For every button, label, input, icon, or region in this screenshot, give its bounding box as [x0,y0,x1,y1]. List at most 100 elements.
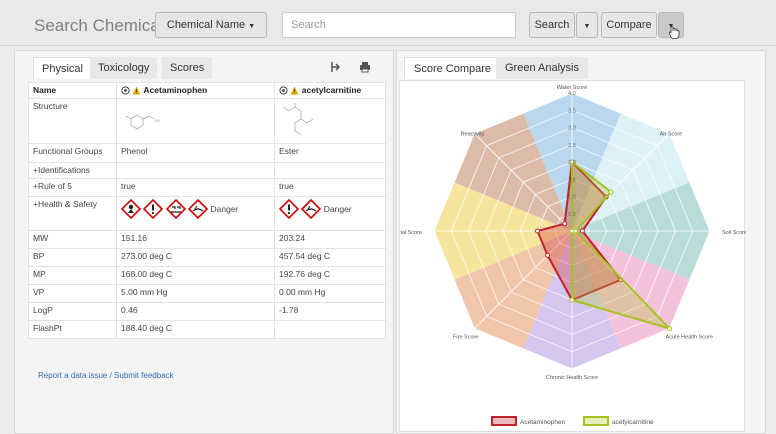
table-row: VP 5.00 mm Hg 0.00 mm Hg [28,284,386,303]
app-title: Search Chemicals [34,16,172,35]
remove-circle-icon[interactable] [279,86,288,95]
row-label-expandable[interactable]: +Health & Safety [28,196,117,231]
series-1-point [608,189,614,195]
legend-swatch-1 [583,416,609,426]
signal-word-a: Danger [210,204,239,214]
table-row: Functional Groups Phenol Ester [28,143,386,163]
series-1-point [667,326,673,332]
ghs-exclamation-icon [279,199,299,219]
radar-tick-label: 1.0 [568,195,576,201]
score-radar-chart: Water ScoreAir ScoreSoil ScoreAcute Heal… [388,85,747,426]
radar-tick-label: 3.0 [568,126,576,132]
print-button[interactable] [352,56,378,78]
value-a: 5.00 mm Hg [116,284,275,303]
compare-button[interactable]: Compare [601,12,657,38]
series-1-point [569,228,575,234]
submit-feedback-link[interactable]: Submit feedback [114,371,174,380]
value-b: Ester [274,143,386,163]
value-b: 457.54 deg C [274,248,386,267]
series-0-point [579,228,585,234]
table-row: MP 168.00 deg C 192.76 deg C [28,266,386,285]
radar-tick-label: 2.0 [568,160,576,166]
field-select[interactable]: Chemical Name ▼ [155,12,267,38]
row-label: BP [28,248,117,267]
row-label: VP [28,284,117,303]
row-label: Structure [28,98,117,144]
radar-axis-label: Chronic Health Score [546,375,598,381]
value-b [274,162,386,179]
search-placeholder: Search [291,19,326,31]
series-0-point [562,221,568,227]
table-row[interactable]: +Health & Safety Danger Danger [28,196,386,231]
report-issue-link[interactable]: Report a data issue [38,371,107,380]
value-a: 188.40 deg C [116,320,275,339]
search-button[interactable]: Search [529,12,575,38]
compound-a-header: Acetaminophen [116,82,275,99]
ghs-health-hazard-icon [121,199,141,219]
warning-icon [132,86,141,95]
table-row[interactable]: +Identifications [28,162,386,179]
legend-label-1: acetylcarnitine [612,419,654,426]
search-input[interactable]: Search [282,12,516,38]
value-b: 0.00 mm Hg [274,284,386,303]
tab-green-analysis[interactable]: Green Analysis [496,57,588,79]
series-0-point [535,228,540,234]
value-a: 273.00 deg C [116,248,275,267]
ghs-corrosion-icon [165,199,186,219]
structure-b [274,98,386,144]
compound-b-name: acetylcarnitine [301,85,362,95]
tab-toxicology[interactable]: Toxicology [90,57,158,79]
feedback-links: Report a data issue / Submit feedback [38,371,174,380]
compare-button-label: Compare [606,19,652,31]
radar-axis-label: Air Score [660,131,683,137]
value-b: -1.78 [274,302,386,321]
value-a: 151.16 [116,230,275,249]
search-button-label: Search [534,19,570,31]
radar-tick-label: 1.5 [568,177,576,183]
tab-score-compare[interactable]: Score Compare [404,57,502,79]
field-select-label: Chemical Name [166,19,246,31]
radar-tick-label: 4.0 [568,91,576,97]
value-b: true [274,178,386,197]
hazard-b: Danger [274,196,386,231]
hazard-a: Danger [116,196,275,231]
structure-diagram-b [282,103,314,136]
compound-b-header: acetylcarnitine [274,82,386,99]
score-chart-area: Water Score Air Score Soil Score Acute Heal… [388,80,747,432]
radar-axis-label: Acute Health Score [666,335,713,341]
row-label: MW [28,230,117,249]
legend-label-0: Acetaminophen [520,419,566,426]
tab-physical[interactable]: Physical [33,57,92,79]
legend-swatch-0 [491,416,517,426]
table-row: LogP 0.46 -1.78 [28,302,386,321]
caret-down-icon: ▼ [583,23,591,30]
value-a: 0.46 [116,302,275,321]
print-icon [360,62,370,73]
warning-icon [290,86,299,95]
table-row: Structure OH [28,98,386,144]
table-row: FlashPt 188.40 deg C [28,320,386,339]
mouse-cursor-icon [668,26,680,39]
ghs-environment-icon [301,199,322,219]
row-label: Functional Groups [28,143,117,163]
value-a: 168.00 deg C [116,266,275,285]
row-label: FlashPt [28,320,117,339]
ghs-exclamation-icon [143,199,164,219]
radar-axis-label: Soil Score [722,230,746,236]
tab-scores[interactable]: Scores [162,57,213,79]
row-label-expandable[interactable]: +Rule of 5 [28,178,117,197]
radar-axis-label: Special Score [400,230,422,236]
radar-tick-label: 3.5 [568,108,576,114]
remove-circle-icon[interactable] [121,86,130,95]
table-row: BP 273.00 deg C 457.54 deg C [28,248,386,267]
properties-table: Name Acetaminophen acetylcarnitine Struc… [28,82,386,339]
radar-axis-label: Fire Score [453,335,478,341]
search-options-dropdown[interactable]: ▼ [576,12,598,38]
export-button[interactable] [323,56,349,78]
row-label: LogP [28,302,117,321]
row-label-expandable[interactable]: +Identifications [28,162,117,179]
value-a: true [116,178,275,197]
table-row[interactable]: +Rule of 5 true true [28,178,386,197]
value-a: Phenol [116,143,275,163]
top-bar: Search Chemicals Chemical Name ▼ Search … [0,0,776,46]
